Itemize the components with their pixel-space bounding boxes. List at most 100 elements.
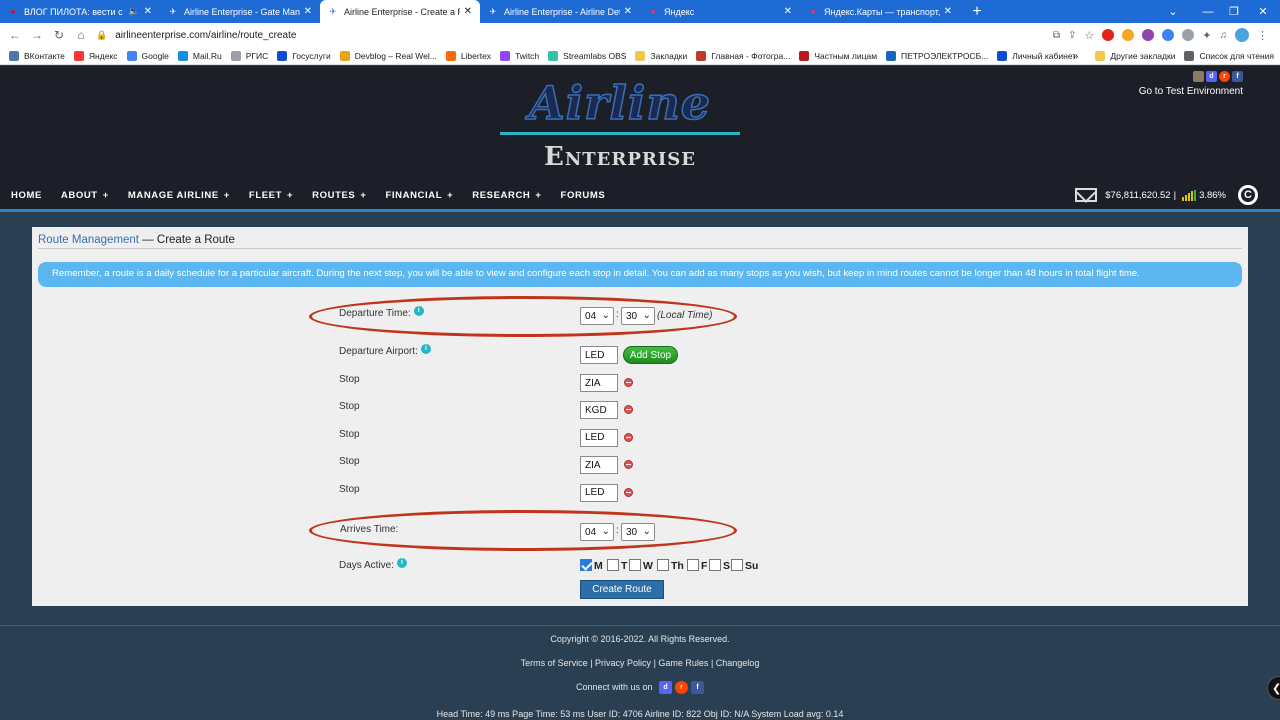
nav-item-routes[interactable]: ROUTES + <box>312 190 366 201</box>
nav-item-fleet[interactable]: FLEET + <box>249 190 293 201</box>
extensions-puzzle-icon[interactable]: ✦ <box>1202 29 1211 42</box>
media-control-icon[interactable]: ♫ <box>1220 30 1228 41</box>
speaker-icon[interactable]: 🔈 <box>128 6 139 17</box>
departure-airport-info-icon[interactable]: i <box>420 343 431 354</box>
footer-link[interactable]: Game Rules <box>658 658 708 668</box>
mail-envelope-icon[interactable] <box>1075 188 1098 202</box>
tab-search-icon[interactable]: ⌄ <box>1155 0 1191 23</box>
nav-item-home[interactable]: HOME <box>11 190 42 201</box>
remove-stop-icon[interactable] <box>624 487 633 497</box>
back-arrow-icon[interactable]: ← <box>4 24 26 46</box>
browser-tab[interactable]: ● Яндекс ✕ <box>640 0 800 23</box>
departure-minute-select[interactable]: 30 ⌄ <box>621 307 655 325</box>
bookmark-item[interactable]: ПЕТРОЭЛЕКТРОСБ... <box>886 50 988 61</box>
bookmark-item[interactable]: Twitch <box>500 50 539 61</box>
bookmark-item[interactable]: Devblog – Real Wel... <box>339 50 437 61</box>
profile-avatar-icon[interactable] <box>1235 28 1249 42</box>
browser-tab[interactable]: ● ВЛОГ ПИЛОТА: вести с 🔈 ✕ <box>0 0 160 23</box>
translate-icon[interactable]: ⧉ <box>1053 30 1060 41</box>
add-stop-button[interactable]: Add Stop <box>623 346 678 364</box>
extension-icon-gray[interactable] <box>1182 29 1195 41</box>
bookmark-item[interactable]: Libertex <box>445 50 491 61</box>
nav-item-about[interactable]: ABOUT + <box>61 190 109 201</box>
scroll-arrow-icon[interactable]: ❮ <box>1267 676 1280 700</box>
close-tab-icon[interactable]: ✕ <box>944 6 952 17</box>
new-tab-button[interactable]: + <box>965 0 989 23</box>
extension-icon-blue[interactable] <box>1162 29 1175 41</box>
days-active-info-icon[interactable]: i <box>397 557 408 568</box>
remove-stop-icon[interactable] <box>624 460 633 470</box>
menu-icon[interactable]: ⋮ <box>1257 29 1268 42</box>
departure-time-info-icon[interactable]: i <box>413 305 424 316</box>
bookmark-item[interactable]: Закладки <box>635 50 687 61</box>
nav-item-research[interactable]: RESEARCH + <box>472 190 541 201</box>
bookmark-folder[interactable]: Список для чтения <box>1184 51 1274 61</box>
reload-icon[interactable]: ↻ <box>48 24 70 46</box>
footer-link[interactable]: Changelog <box>716 658 760 668</box>
opera-extension-icon[interactable] <box>1102 29 1115 41</box>
browser-tab[interactable]: ✈ Airline Enterprise - Create a Rout ✕ <box>320 0 480 23</box>
close-tab-icon[interactable]: ✕ <box>464 6 472 17</box>
bookmark-item[interactable]: Частным лицам <box>799 50 877 61</box>
nav-item-forums[interactable]: FORUMS <box>561 190 606 201</box>
reddit-icon[interactable]: r <box>1219 71 1230 82</box>
remove-stop-icon[interactable] <box>624 378 633 387</box>
close-tab-icon[interactable]: ✕ <box>624 6 632 17</box>
bookmark-item[interactable]: Google <box>126 50 169 61</box>
test-environment-link[interactable]: Go to Test Environment <box>1139 86 1243 97</box>
facebook-icon[interactable]: f <box>1232 71 1243 82</box>
create-route-button[interactable]: Create Route <box>580 580 664 599</box>
remove-stop-icon[interactable] <box>624 405 633 415</box>
day-checkbox-s[interactable] <box>709 559 721 571</box>
facebook-icon[interactable]: f <box>691 681 705 694</box>
home-icon[interactable]: ⌂ <box>70 24 92 46</box>
browser-tab[interactable]: ● Яндекс.Карты — транспорт, нав ✕ <box>800 0 960 23</box>
footer-link[interactable]: Terms of Service <box>521 658 588 668</box>
share-icon[interactable]: ⇪ <box>1068 30 1076 41</box>
airline-enterprise-logo[interactable]: Airline Enterprise <box>498 75 742 176</box>
forward-arrow-icon[interactable]: → <box>26 24 48 46</box>
bookmark-item[interactable]: РГИС <box>230 50 268 61</box>
close-tab-icon[interactable]: ✕ <box>304 6 312 17</box>
browser-tab[interactable]: ✈ Airline Enterprise - Gate Manage ✕ <box>160 0 320 23</box>
stop-airport-input[interactable]: LED <box>580 483 618 502</box>
remove-stop-icon[interactable] <box>624 432 633 442</box>
day-checkbox-t[interactable] <box>607 559 619 571</box>
departure-airport-input[interactable]: LED <box>580 346 618 364</box>
extension-icon-orange[interactable] <box>1122 29 1135 41</box>
bookmark-folder[interactable]: Другие закладки <box>1095 51 1175 61</box>
day-checkbox-su[interactable] <box>731 559 743 571</box>
stop-airport-input[interactable]: ZIA <box>580 456 618 475</box>
nav-item-manage-airline[interactable]: MANAGE AIRLINE + <box>128 190 230 201</box>
browser-tab[interactable]: ✈ Airline Enterprise - Airline Detail ✕ <box>480 0 640 23</box>
discord-icon[interactable]: d <box>659 681 673 694</box>
bookmark-item[interactable]: Госуслуги <box>277 50 331 61</box>
day-checkbox-f[interactable] <box>687 559 699 571</box>
stop-airport-input[interactable]: ZIA <box>580 374 618 392</box>
stop-airport-input[interactable]: LED <box>580 428 618 447</box>
footer-link[interactable]: Privacy Policy <box>595 658 651 668</box>
day-checkbox-m[interactable] <box>580 559 592 571</box>
bookmark-item[interactable]: Личный кабинет <box>997 50 1076 61</box>
day-checkbox-th[interactable] <box>657 559 669 571</box>
close-tab-icon[interactable]: ✕ <box>784 6 792 17</box>
close-tab-icon[interactable]: ✕ <box>144 6 152 17</box>
extension-icon-purple[interactable] <box>1142 29 1155 41</box>
arrive-hour-select[interactable]: 04 ⌄ <box>580 523 614 541</box>
bookmark-star-icon[interactable]: ☆ <box>1084 29 1094 42</box>
reddit-icon[interactable]: r <box>675 681 689 694</box>
discord-icon[interactable]: d <box>1206 71 1217 82</box>
address-bar[interactable]: 🔒 airlineenterprise.com/airline/route_cr… <box>96 25 1096 45</box>
bookmark-item[interactable]: Яндекс <box>73 50 118 61</box>
departure-hour-select[interactable]: 04 ⌄ <box>580 307 614 325</box>
game-clock-icon[interactable]: C <box>1238 185 1258 205</box>
tiny-avatar-icon[interactable] <box>1193 71 1204 82</box>
day-checkbox-w[interactable] <box>629 559 641 571</box>
stop-airport-input[interactable]: KGD <box>580 401 618 420</box>
bookmark-item[interactable]: Главная - Фотогра... <box>696 50 790 61</box>
bookmark-item[interactable]: Mail.Ru <box>177 50 222 61</box>
bookmark-item[interactable]: ВКонтакте <box>9 50 65 61</box>
breadcrumb-route-management-link[interactable]: Route Management <box>38 234 139 246</box>
bookmarks-overflow-icon[interactable]: » <box>1073 51 1079 62</box>
bookmark-item[interactable]: Streamlabs OBS <box>548 50 626 61</box>
